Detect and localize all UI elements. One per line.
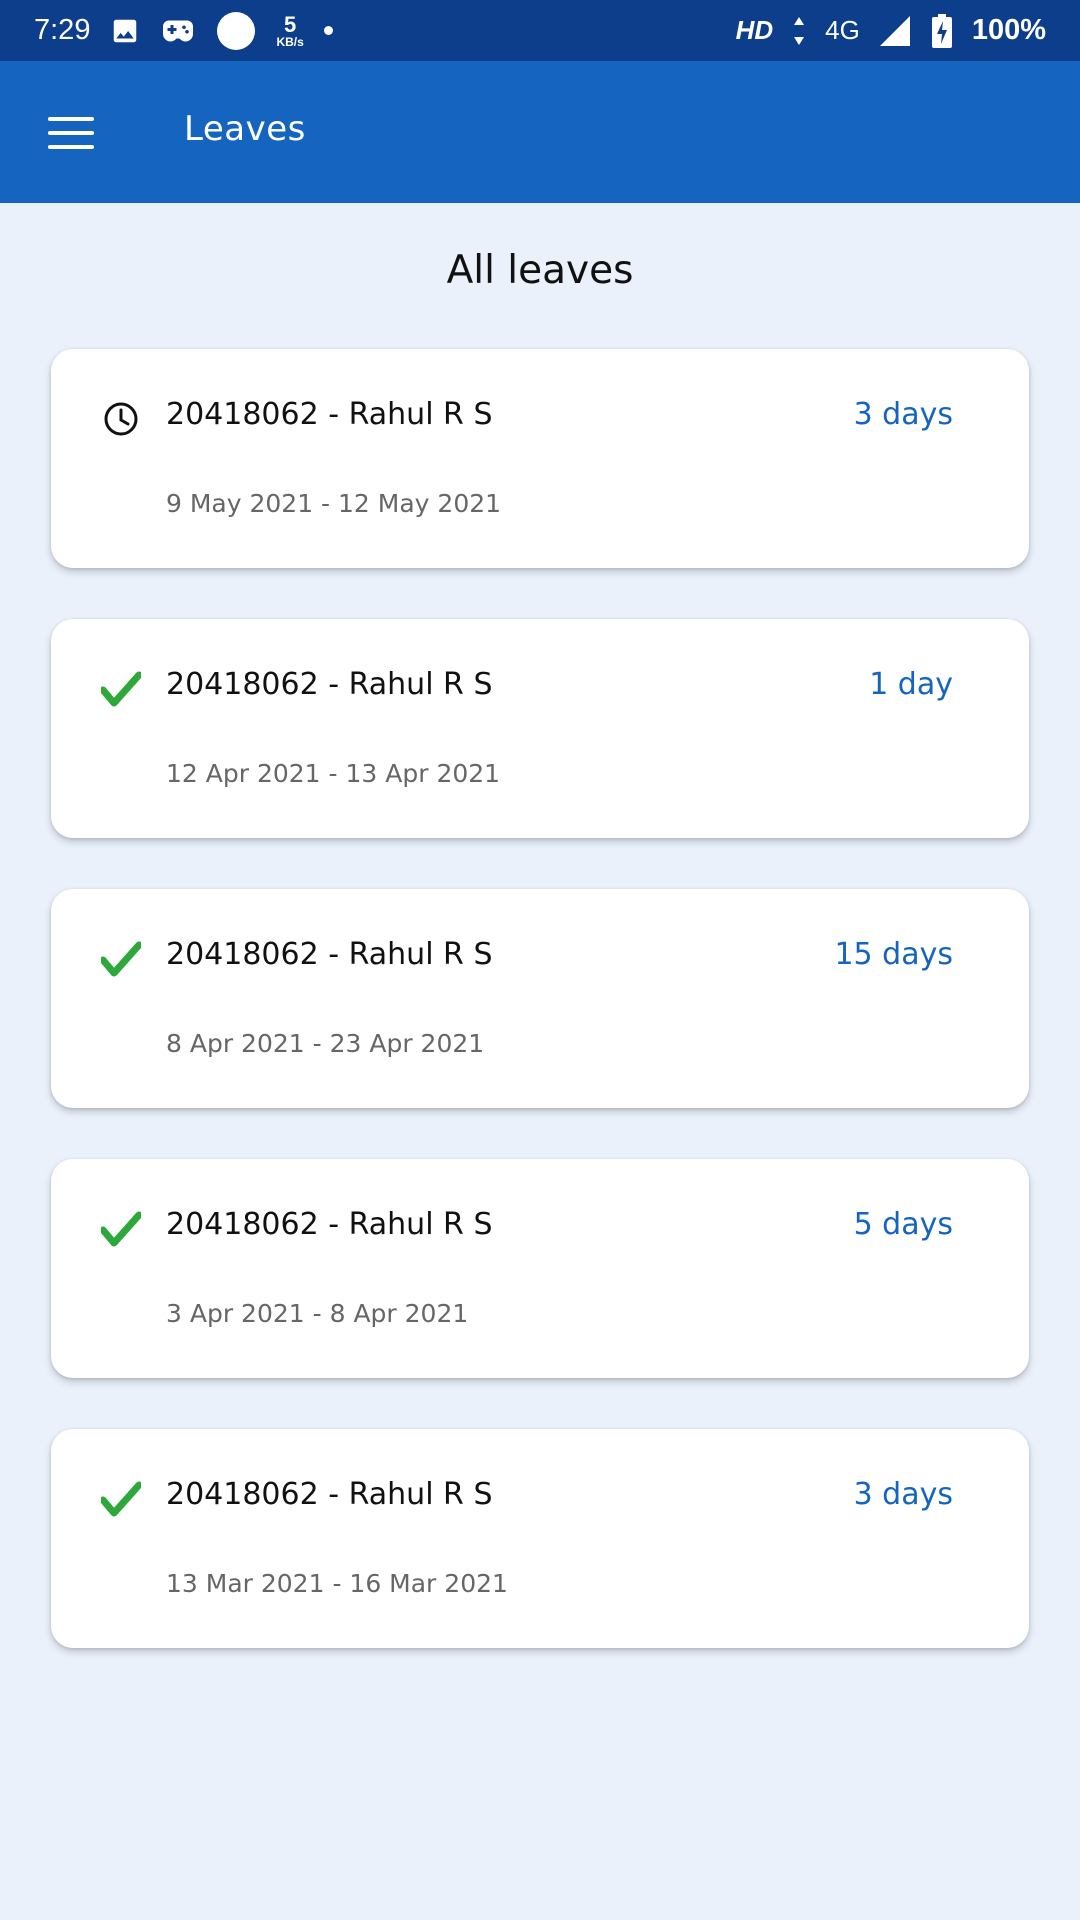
more-notifications-dot-icon <box>323 26 333 35</box>
leave-employee: 20418062 - Rahul R S <box>166 667 493 702</box>
status-bar: 7:29 5 KB/s HD 4G 100% <box>0 0 1080 61</box>
status-bar-right: HD 4G 100% <box>735 13 1046 48</box>
status-bar-left: 7:29 5 KB/s <box>34 11 333 51</box>
leave-dates: 3 Apr 2021 - 8 Apr 2021 <box>166 1299 469 1328</box>
leave-employee: 20418062 - Rahul R S <box>166 1477 493 1512</box>
section-title: All leaves <box>446 248 634 293</box>
page-title: Leaves <box>184 109 306 149</box>
data-activity-icon <box>793 16 805 45</box>
network-speed-value: 5 <box>284 11 297 37</box>
leave-employee: 20418062 - Rahul R S <box>166 1207 493 1242</box>
leave-duration: 15 days <box>834 937 953 972</box>
leave-employee: 20418062 - Rahul R S <box>166 937 493 972</box>
leave-duration: 3 days <box>853 1477 953 1512</box>
leave-card[interactable]: 20418062 - Rahul R S 3 days 13 Mar 2021 … <box>51 1429 1029 1648</box>
gallery-icon <box>110 16 140 46</box>
check-icon <box>99 669 143 709</box>
leave-employee: 20418062 - Rahul R S <box>166 397 493 432</box>
check-icon <box>99 1479 143 1519</box>
leave-dates: 12 Apr 2021 - 13 Apr 2021 <box>166 759 501 788</box>
leave-duration: 3 days <box>853 397 953 432</box>
leave-dates: 9 May 2021 - 12 May 2021 <box>166 489 502 518</box>
leave-card[interactable]: 20418062 - Rahul R S 3 days 9 May 2021 -… <box>51 349 1029 568</box>
leave-dates: 8 Apr 2021 - 23 Apr 2021 <box>166 1029 485 1058</box>
leave-dates: 13 Mar 2021 - 16 Mar 2021 <box>166 1569 508 1598</box>
leave-card[interactable]: 20418062 - Rahul R S 1 day 12 Apr 2021 -… <box>51 619 1029 838</box>
check-icon <box>99 1209 143 1249</box>
circle-notification-icon <box>216 11 256 51</box>
network-speed: 5 KB/s <box>276 11 304 49</box>
hd-voice-label: HD <box>735 15 774 45</box>
leave-duration: 5 days <box>853 1207 953 1242</box>
leave-list: 20418062 - Rahul R S 3 days 9 May 2021 -… <box>51 349 1029 1699</box>
app-bar: Leaves <box>0 61 1080 203</box>
status-time: 7:29 <box>34 14 91 46</box>
leave-card[interactable]: 20418062 - Rahul R S 15 days 8 Apr 2021 … <box>51 889 1029 1108</box>
network-speed-unit: KB/s <box>276 34 304 49</box>
clock-icon <box>101 399 141 439</box>
leave-card[interactable]: 20418062 - Rahul R S 5 days 3 Apr 2021 -… <box>51 1159 1029 1378</box>
battery-charging-icon <box>931 13 952 48</box>
network-type: 4G <box>825 15 860 45</box>
check-icon <box>99 939 143 979</box>
leave-duration: 1 day <box>869 667 953 702</box>
game-controller-icon <box>160 16 196 46</box>
battery-percentage: 100% <box>971 14 1046 46</box>
hamburger-menu-icon[interactable] <box>48 117 94 149</box>
signal-strength-icon <box>879 15 912 46</box>
